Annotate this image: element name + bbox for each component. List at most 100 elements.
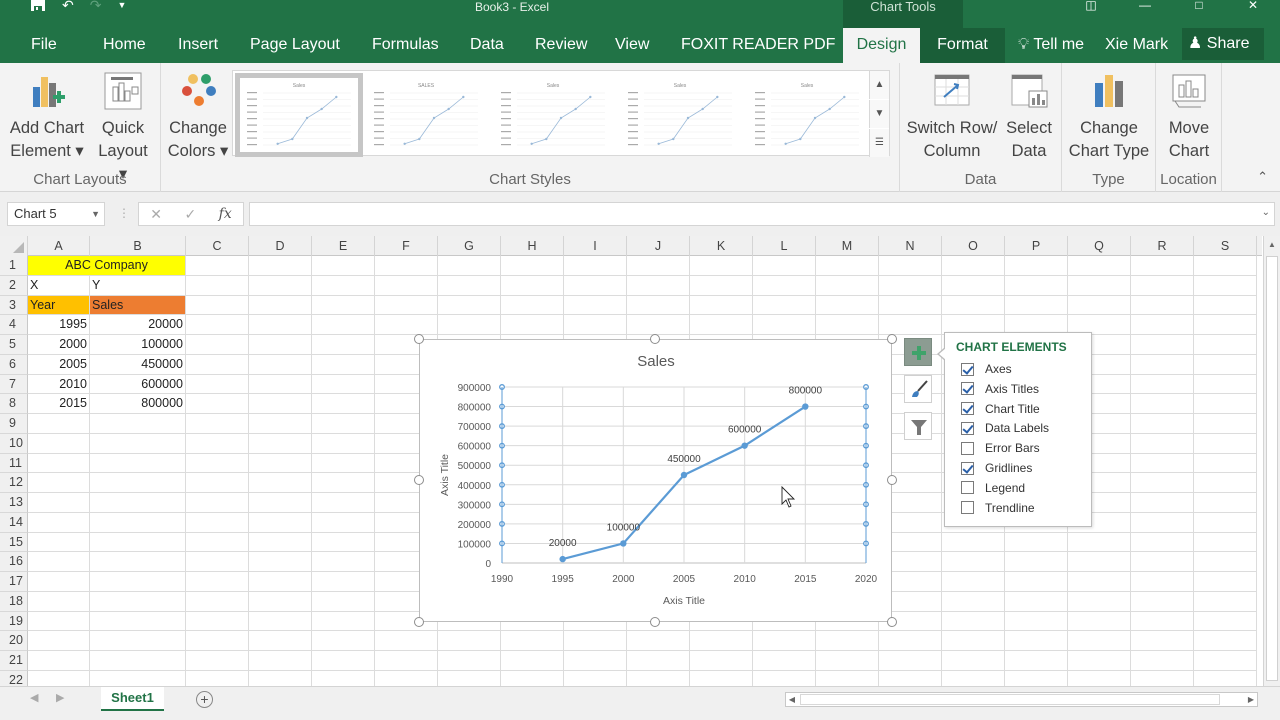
cell-i4[interactable]: [564, 315, 627, 335]
cell-r15[interactable]: [1131, 532, 1194, 553]
ribbon-display-icon[interactable]: ◫: [1064, 0, 1118, 14]
cell-c4[interactable]: [186, 315, 249, 335]
row-header-8[interactable]: 8: [0, 394, 28, 414]
gallery-scroll-down-icon[interactable]: ▼: [869, 100, 889, 128]
cell-f4[interactable]: [375, 315, 438, 335]
cell-m21[interactable]: [816, 651, 879, 671]
cell-c16[interactable]: [186, 552, 249, 572]
cell-a12[interactable]: [28, 473, 90, 493]
cell-h4[interactable]: [501, 315, 564, 335]
cell-d20[interactable]: [249, 631, 312, 651]
cell-r8[interactable]: [1131, 394, 1194, 414]
cell-p1[interactable]: [1005, 256, 1068, 276]
cell-i1[interactable]: [564, 256, 627, 276]
cell-r17[interactable]: [1131, 572, 1194, 592]
cell-r5[interactable]: [1131, 335, 1194, 355]
cell-s5[interactable]: [1194, 335, 1257, 355]
cell-a5[interactable]: 2000: [28, 335, 90, 355]
chart-style-thumbnail[interactable]: Sales: [747, 77, 867, 153]
chart-style-thumbnail[interactable]: Sales: [235, 73, 363, 157]
move-chart-button[interactable]: Move Chart: [1158, 69, 1220, 163]
cell-r10[interactable]: [1131, 433, 1194, 454]
chart-element-legend[interactable]: Legend: [961, 480, 1025, 496]
row-header-19[interactable]: 19: [0, 611, 28, 632]
resize-handle[interactable]: [414, 617, 424, 627]
cell-o18[interactable]: [942, 591, 1005, 612]
scroll-up-icon[interactable]: ▲: [1264, 240, 1280, 249]
cell-s17[interactable]: [1194, 572, 1257, 592]
cell-d9[interactable]: [249, 414, 312, 434]
cell-m2[interactable]: [816, 275, 879, 296]
cell-e7[interactable]: [312, 374, 375, 395]
cell-b22[interactable]: [90, 670, 186, 686]
cell-a2[interactable]: X: [28, 275, 90, 296]
row-header-21[interactable]: 21: [0, 651, 28, 671]
resize-handle[interactable]: [414, 334, 424, 344]
cell-b19[interactable]: [90, 611, 186, 632]
cell-r3[interactable]: [1131, 295, 1194, 316]
tab-data[interactable]: Data: [460, 28, 514, 63]
cell-i21[interactable]: [564, 651, 627, 671]
cell-d18[interactable]: [249, 591, 312, 612]
cell-e16[interactable]: [312, 552, 375, 572]
cell-j4[interactable]: [627, 315, 690, 335]
cell-i22[interactable]: [564, 670, 627, 686]
chart-object[interactable]: Sales 0 100000 200000 300000 400000 500000 6000…: [419, 339, 892, 622]
cell-s15[interactable]: [1194, 532, 1257, 553]
row-header-1[interactable]: 1: [0, 256, 28, 276]
cell-c8[interactable]: [186, 394, 249, 414]
formula-input[interactable]: ⌄: [249, 202, 1275, 226]
cell-f3[interactable]: [375, 295, 438, 316]
cell-c18[interactable]: [186, 591, 249, 612]
cell-r6[interactable]: [1131, 354, 1194, 375]
cell-d21[interactable]: [249, 651, 312, 671]
cell-n2[interactable]: [879, 275, 942, 296]
cell-s12[interactable]: [1194, 473, 1257, 493]
cell-p15[interactable]: [1005, 532, 1068, 553]
tab-review[interactable]: Review: [525, 28, 597, 63]
sheet-tab-sheet1[interactable]: Sheet1: [101, 687, 164, 711]
row-header-10[interactable]: 10: [0, 433, 28, 454]
cell-o20[interactable]: [942, 631, 1005, 651]
cell-e20[interactable]: [312, 631, 375, 651]
cell-d2[interactable]: [249, 275, 312, 296]
column-header-m[interactable]: M: [816, 236, 879, 256]
column-header-o[interactable]: O: [942, 236, 1005, 256]
cell-g20[interactable]: [438, 631, 501, 651]
cell-b13[interactable]: [90, 493, 186, 513]
tab-design[interactable]: Design: [843, 28, 920, 63]
cancel-icon[interactable]: ✕: [150, 206, 162, 223]
y-axis-title[interactable]: Axis Title: [439, 454, 451, 496]
row-header-4[interactable]: 4: [0, 315, 28, 335]
cell-r22[interactable]: [1131, 670, 1194, 686]
data-label[interactable]: 100000: [607, 522, 641, 533]
cell-j22[interactable]: [627, 670, 690, 686]
cell-a1[interactable]: ABC Company: [28, 256, 186, 276]
cell-q20[interactable]: [1068, 631, 1131, 651]
column-header-p[interactable]: P: [1005, 236, 1068, 256]
cell-n4[interactable]: [879, 315, 942, 335]
row-header-14[interactable]: 14: [0, 512, 28, 533]
cell-s13[interactable]: [1194, 493, 1257, 513]
cell-a22[interactable]: [28, 670, 90, 686]
cell-d8[interactable]: [249, 394, 312, 414]
cell-b6[interactable]: 450000: [90, 354, 186, 375]
cell-a3[interactable]: Year: [28, 295, 90, 316]
resize-handle[interactable]: [887, 475, 897, 485]
column-header-c[interactable]: C: [186, 236, 249, 256]
cell-b7[interactable]: 600000: [90, 374, 186, 395]
change-chart-type-button[interactable]: Change Chart Type: [1064, 69, 1154, 163]
row-header-20[interactable]: 20: [0, 631, 28, 651]
vertical-scrollbar[interactable]: ▲: [1263, 236, 1280, 686]
cell-s4[interactable]: [1194, 315, 1257, 335]
cell-j20[interactable]: [627, 631, 690, 651]
resize-handle[interactable]: [887, 617, 897, 627]
cell-a8[interactable]: 2015: [28, 394, 90, 414]
tab-insert[interactable]: Insert: [168, 28, 228, 63]
row-header-15[interactable]: 15: [0, 532, 28, 553]
chart-element-error-bars[interactable]: Error Bars: [961, 440, 1040, 456]
cell-d19[interactable]: [249, 611, 312, 632]
cell-a15[interactable]: [28, 532, 90, 553]
checkbox[interactable]: [961, 481, 974, 495]
cell-d12[interactable]: [249, 473, 312, 493]
